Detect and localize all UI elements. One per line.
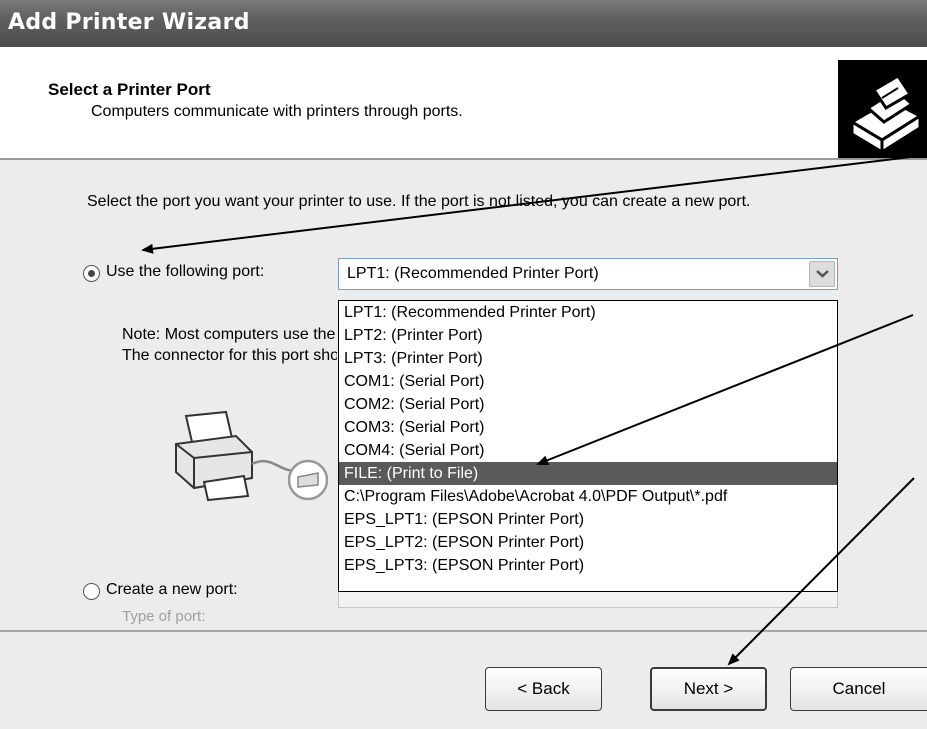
back-button[interactable]: < Back	[485, 667, 602, 711]
dropdown-button[interactable]	[809, 261, 835, 287]
use-following-port-label[interactable]: Use the following port:	[106, 263, 264, 281]
page-subtitle: Computers communicate with printers thro…	[91, 103, 463, 120]
port-dropdown[interactable]: LPT1: (Recommended Printer Port)	[338, 258, 838, 290]
create-new-port-radio[interactable]	[83, 583, 100, 600]
next-button[interactable]: Next >	[650, 667, 767, 711]
port-list-item-com2[interactable]: COM2: (Serial Port)	[339, 393, 837, 416]
note-text: Note: Most computers use the LPT1: port …	[122, 324, 337, 366]
title-bar[interactable]: Add Printer Wizard	[0, 0, 927, 47]
wizard-header: Select a Printer Port Computers communic…	[0, 47, 927, 160]
port-list-item-com1[interactable]: COM1: (Serial Port)	[339, 370, 837, 393]
port-list-item-com4[interactable]: COM4: (Serial Port)	[339, 439, 837, 462]
window-title: Add Printer Wizard	[8, 10, 250, 35]
port-list-item-lpt2[interactable]: LPT2: (Printer Port)	[339, 324, 837, 347]
type-of-port-label: Type of port:	[122, 608, 206, 625]
port-dropdown-value: LPT1: (Recommended Printer Port)	[347, 265, 599, 282]
port-list-item-eps-lpt3[interactable]: EPS_LPT3: (EPSON Printer Port)	[339, 554, 837, 577]
port-type-dropdown	[338, 592, 838, 608]
port-list-item-eps-lpt1[interactable]: EPS_LPT1: (EPSON Printer Port)	[339, 508, 837, 531]
port-dropdown-list[interactable]: LPT1: (Recommended Printer Port) LPT2: (…	[338, 300, 838, 592]
port-list-item-com3[interactable]: COM3: (Serial Port)	[339, 416, 837, 439]
chevron-down-icon	[816, 270, 829, 278]
create-new-port-label[interactable]: Create a new port:	[106, 581, 238, 599]
port-list-item-pdf-output[interactable]: C:\Program Files\Adobe\Acrobat 4.0\PDF O…	[339, 485, 837, 508]
parallel-port-connector-icon	[287, 459, 329, 501]
note-line-2: The connector for this port should look …	[122, 347, 337, 364]
instructions-text: Select the port you want your printer to…	[87, 193, 751, 210]
port-list-item-lpt3[interactable]: LPT3: (Printer Port)	[339, 347, 837, 370]
printer-wizard-icon	[838, 60, 927, 158]
use-following-port-radio[interactable]	[83, 265, 100, 282]
cancel-button[interactable]: Cancel	[790, 667, 927, 711]
port-list-item-eps-lpt2[interactable]: EPS_LPT2: (EPSON Printer Port)	[339, 531, 837, 554]
port-list-item-lpt1[interactable]: LPT1: (Recommended Printer Port)	[339, 301, 837, 324]
page-title: Select a Printer Port	[48, 80, 211, 99]
note-line-1: Note: Most computers use the LPT1: port …	[122, 326, 337, 343]
port-list-item-file[interactable]: FILE: (Print to File)	[339, 462, 837, 485]
wizard-footer	[0, 630, 927, 729]
